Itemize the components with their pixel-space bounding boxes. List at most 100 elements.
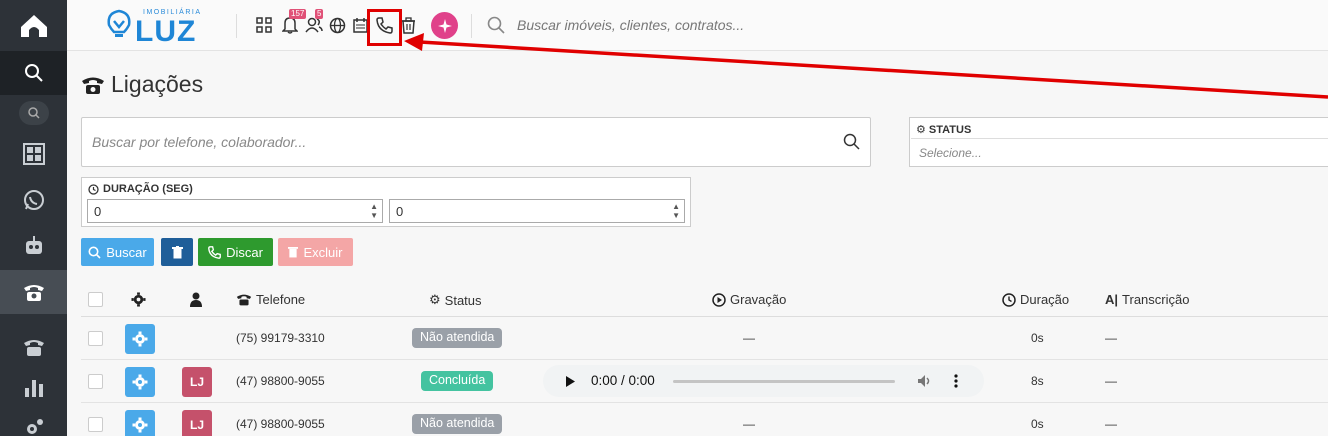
duration-min-input[interactable]: 0 ▲ ▼ (87, 199, 383, 223)
divider (236, 14, 237, 38)
text-cursor-icon: A| (1105, 292, 1119, 307)
sidebar-whatsapp[interactable] (0, 178, 67, 222)
duration-max-spinner[interactable]: ▲ ▼ (672, 202, 680, 220)
users-icon (305, 17, 323, 33)
gears-icon (26, 419, 43, 434)
telephone-icon (82, 77, 104, 94)
gear-icon (132, 331, 148, 347)
search-button-label: Buscar (106, 244, 147, 260)
home-logo-icon (20, 14, 47, 37)
row-checkbox[interactable] (88, 331, 103, 346)
dial-button[interactable]: Discar (198, 238, 273, 266)
search-icon (487, 16, 505, 34)
divider (471, 14, 472, 38)
header-recording[interactable]: Gravação (712, 292, 786, 307)
search-icon (843, 133, 860, 150)
status-badge: Não atendida (412, 328, 503, 348)
brand-name: LUZ (135, 15, 197, 48)
header-duration[interactable]: Duração (1002, 292, 1069, 307)
sidebar-search[interactable] (0, 51, 67, 95)
apps-grid-button[interactable] (254, 15, 274, 35)
user-avatar[interactable] (431, 12, 458, 39)
sparkle-avatar-icon (437, 18, 452, 33)
status-select[interactable]: Selecione... (911, 138, 1328, 166)
telephone-icon (23, 340, 44, 356)
global-search-input[interactable]: Buscar imóveis, clientes, contratos... (517, 17, 744, 33)
calls-search-placeholder: Buscar por telefone, colaborador... (92, 134, 307, 150)
duration-max-value: 0 (396, 204, 404, 219)
sidebar-phone[interactable] (0, 325, 67, 369)
header-actions (131, 292, 146, 307)
header-phone[interactable]: Telefone (236, 292, 305, 307)
clock-icon (88, 183, 99, 195)
notifications-button[interactable]: 157 (280, 9, 307, 35)
row-actions-button[interactable] (125, 410, 155, 436)
sidebar-bot[interactable] (0, 224, 67, 268)
sidebar-settings[interactable] (0, 405, 67, 436)
page-title-text: Ligações (111, 71, 204, 97)
search-button[interactable]: Buscar (81, 238, 154, 266)
lightbulb-logo-icon (107, 9, 131, 37)
delete-button[interactable]: Excluir (278, 238, 353, 266)
row-phone: (47) 98800-9055 (236, 417, 325, 431)
header-phone-label: Telefone (256, 292, 306, 307)
row-checkbox[interactable] (88, 417, 103, 432)
avatar: LJ (182, 367, 212, 397)
robot-icon (25, 236, 42, 254)
sidebar-mini-search[interactable] (0, 91, 67, 135)
header-transcription[interactable]: A| Transcrição (1105, 292, 1189, 307)
row-actions-button[interactable] (125, 324, 155, 354)
audio-player[interactable]: 0:00 / 0:00 (543, 365, 984, 397)
table-row[interactable]: LJ (47) 98800-9055 Concluída 0:00 / 0:00… (81, 360, 1328, 403)
users-badge: 5 (315, 9, 324, 19)
user-icon (190, 292, 202, 307)
dashboard-icon (22, 143, 45, 165)
global-search-icon[interactable] (487, 16, 505, 34)
calendar-icon (352, 18, 368, 33)
trash-icon (288, 247, 299, 258)
header-status[interactable]: ⚙ Status (429, 292, 482, 308)
volume-icon (918, 375, 930, 387)
calls-search-input[interactable]: Buscar por telefone, colaborador... (81, 117, 871, 167)
trash-icon (171, 245, 183, 258)
row-phone: (75) 99179-3310 (236, 331, 325, 345)
duration-filter-label: DURAÇÃO (SEG) (88, 183, 193, 195)
header-recording-label: Gravação (730, 292, 787, 307)
grid-icon (256, 17, 272, 33)
status-filter-label: ⚙ STATUS (916, 124, 972, 136)
table-header: Telefone ⚙ Status Gravação Duração A| Tr… (81, 284, 1328, 317)
audio-progress[interactable] (673, 380, 895, 383)
table-row[interactable]: (75) 99179-3310 Não atendida — 0s — (81, 317, 1328, 360)
phone-icon (208, 245, 222, 259)
sidebar-reports[interactable] (0, 365, 67, 409)
highlight-box (367, 9, 402, 46)
gear-icon (132, 417, 148, 433)
delete-button-label: Excluir (303, 244, 343, 260)
table-row[interactable]: LJ (47) 98800-9055 Não atendida — 0s — (81, 403, 1328, 436)
status-select-placeholder: Selecione... (919, 146, 982, 160)
header-status-label: Status (444, 292, 482, 308)
select-all-checkbox[interactable] (88, 292, 103, 307)
status-badge: Concluída (421, 371, 494, 391)
duration-min-spinner[interactable]: ▲ ▼ (370, 202, 378, 220)
duration-max-input[interactable]: 0 ▲ ▼ (389, 199, 685, 223)
sidebar-dashboard[interactable] (0, 132, 67, 176)
telephone-icon (236, 294, 252, 306)
users-button[interactable]: 5 (304, 9, 324, 35)
row-duration: 0s (1031, 417, 1044, 431)
bulk-delete-button[interactable] (161, 238, 193, 266)
brand-logo[interactable]: IMOBILIÁRIA LUZ (103, 6, 203, 48)
app-logo[interactable] (0, 0, 67, 51)
row-actions-button[interactable] (125, 367, 155, 397)
row-duration: 8s (1031, 374, 1044, 388)
trash-top-button[interactable] (398, 15, 418, 35)
header-user (189, 292, 203, 307)
row-phone: (47) 98800-9055 (236, 374, 325, 388)
sidebar-calls[interactable] (0, 270, 67, 314)
gears-icon: ⚙ (429, 292, 441, 307)
website-button[interactable] (327, 15, 347, 35)
row-checkbox[interactable] (88, 374, 103, 389)
audio-time: 0:00 / 0:00 (591, 373, 655, 388)
clock-icon (1002, 292, 1016, 307)
duration-min-value: 0 (94, 204, 102, 219)
